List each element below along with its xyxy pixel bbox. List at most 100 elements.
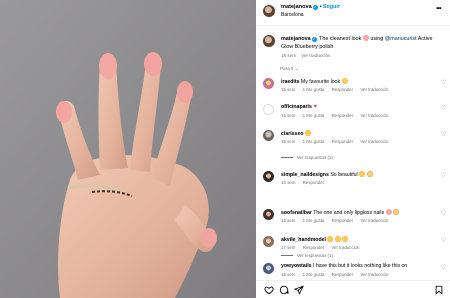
like-comment-heart-icon[interactable]: ♡: [441, 80, 446, 86]
comment-text: I have this but it looks nothing like th…: [313, 263, 408, 269]
comment-reply-link[interactable]: Responder: [332, 272, 353, 277]
comment-time: 15 sem: [281, 180, 296, 185]
author-avatar[interactable]: [263, 5, 275, 17]
comment-likes[interactable]: 1 Me gusta: [303, 272, 325, 277]
heart-eyes-emoji-icon: [327, 236, 334, 242]
comment-likes[interactable]: 1 Me gusta: [303, 139, 325, 144]
post-side-panel: matejanova ✓ •Seguir Barcelona ••• matejan…: [256, 0, 450, 298]
like-comment-heart-icon[interactable]: ♡: [441, 106, 446, 112]
comment-time: 15 sem: [281, 218, 296, 223]
comment-translate-link[interactable]: Ver traducción: [360, 113, 388, 118]
hand-image: [0, 0, 256, 298]
comment-text: The one and only lipgloss nails: [313, 210, 385, 216]
comment-time: 15 sem: [281, 87, 296, 92]
comment-body: clarisseo: [281, 130, 436, 138]
comment-time: 15 sem: [281, 139, 296, 144]
chevron-down-icon: ⌄: [294, 66, 299, 71]
comment-sort-dropdown[interactable]: Para ti ⌄: [280, 66, 298, 72]
comment-time: 15 sem: [281, 113, 296, 118]
like-comment-heart-icon[interactable]: ♡: [441, 211, 446, 217]
caption-text-middle: using: [370, 36, 384, 42]
comment-likes[interactable]: 1 Me gusta: [303, 113, 325, 118]
comment-reply-link[interactable]: Responder: [303, 245, 324, 250]
caption-text-before: The cleanest look: [319, 36, 362, 42]
caption-username[interactable]: matejanova: [281, 36, 311, 42]
caption-meta: 15 sem Ver traducción: [281, 53, 331, 58]
more-horizontal-icon[interactable]: •••: [436, 6, 441, 12]
comment-likes[interactable]: 1 Me gusta: [303, 87, 325, 92]
comment-translate-link[interactable]: Ver traducción: [360, 87, 388, 92]
author-username[interactable]: matejanova: [281, 4, 312, 10]
bookmark-icon[interactable]: [434, 285, 444, 295]
comment-text: My favourite look: [300, 79, 341, 85]
comment-reply-link[interactable]: Responder: [303, 180, 324, 185]
comment-meta: 15 sem 1 Me gusta Responder Ver traducci…: [281, 272, 394, 277]
comment-body: simple_naildesigns So beautiful: [281, 171, 436, 179]
like-comment-heart-icon[interactable]: ♡: [441, 132, 446, 138]
heart-eyes-emoji-icon: [359, 171, 366, 177]
comment-reply-link[interactable]: Responder: [332, 87, 353, 92]
heart-eyes-emoji-icon: [334, 236, 341, 242]
flower-emoji-icon: [362, 35, 369, 41]
commenter-username[interactable]: iraedits: [281, 79, 299, 85]
comment-text: So beautiful: [330, 172, 358, 178]
comment-reply-link[interactable]: Responder: [332, 113, 353, 118]
replies-divider: [281, 157, 293, 159]
comment-meta: 15 sem 1 Me gusta Responder Ver traducci…: [281, 113, 394, 118]
comment-translate-link[interactable]: Ver traducción: [360, 272, 388, 277]
comment-likes[interactable]: 1 Me gusta: [303, 218, 325, 223]
caption-avatar[interactable]: [263, 35, 275, 47]
instagram-post-page: matejanova ✓ •Seguir Barcelona ••• matejan…: [0, 0, 450, 298]
commenter-avatar[interactable]: [263, 130, 274, 141]
sparkles-emoji-icon: [366, 171, 373, 177]
caption-mention[interactable]: @manucurist: [385, 36, 417, 42]
comment-time: 17 sem: [281, 245, 296, 250]
commenter-avatar[interactable]: [263, 236, 274, 247]
post-header: matejanova ✓ •Seguir Barcelona •••: [256, 0, 450, 26]
heart-icon[interactable]: [264, 285, 274, 295]
commenter-username[interactable]: yowyowtails: [281, 263, 312, 269]
commenter-username[interactable]: simple_naildesigns: [281, 172, 329, 178]
view-replies-link[interactable]: Ver respuestas (1): [281, 155, 333, 160]
commenter-username[interactable]: clarisseo: [281, 131, 304, 137]
comment-icon[interactable]: [279, 285, 289, 295]
comment-translate-link[interactable]: Ver traducción: [360, 218, 388, 223]
location-link[interactable]: Barcelona: [281, 12, 304, 18]
like-comment-heart-icon[interactable]: ♡: [441, 173, 446, 179]
commenter-username[interactable]: akvile_handmodel: [281, 237, 326, 243]
comment-reply-link[interactable]: Responder: [332, 139, 353, 144]
flower-emoji-icon: [385, 209, 392, 215]
comment-reply-link[interactable]: Responder: [332, 218, 353, 223]
commenter-avatar[interactable]: [263, 171, 274, 182]
heart-eyes-emoji-icon: [342, 236, 349, 242]
commenter-avatar[interactable]: [263, 209, 274, 220]
sparkles-emoji-icon: [393, 209, 400, 215]
like-comment-heart-icon[interactable]: ♡: [441, 238, 446, 244]
follow-button[interactable]: Seguir: [323, 4, 340, 10]
verified-badge-icon: ✓: [312, 5, 318, 10]
commenter-username[interactable]: officinaparis: [281, 104, 312, 110]
share-icon[interactable]: [294, 285, 304, 295]
view-replies-label: Ver respuestas (1): [297, 155, 333, 160]
heart-eyes-emoji-icon: [304, 130, 311, 136]
sort-label: Para ti: [280, 66, 294, 71]
post-photo[interactable]: [0, 0, 256, 298]
view-replies-link[interactable]: Ver respuestas (1): [281, 253, 333, 258]
comment-translate-link[interactable]: Ver traducción: [331, 245, 359, 250]
post-action-bar: [256, 280, 450, 298]
commenter-avatar[interactable]: [263, 263, 274, 274]
like-comment-heart-icon[interactable]: ♡: [441, 265, 446, 271]
comment-translate-link[interactable]: Ver traducción: [360, 139, 388, 144]
commenter-username[interactable]: soofsnailbar: [281, 210, 312, 216]
comment-body: akvile_handmodel: [281, 236, 436, 244]
commenter-avatar[interactable]: [263, 78, 274, 89]
verified-badge-icon: ✓: [311, 37, 317, 42]
comment-body: yowyowtails I have this but it looks not…: [281, 263, 436, 270]
comment-time: 15 sem: [281, 272, 296, 277]
caption-text: matejanova ✓ The cleanest look using @man…: [281, 35, 441, 51]
commenter-avatar[interactable]: [263, 104, 274, 115]
caption-translate-link[interactable]: Ver traducción: [301, 53, 330, 58]
comment-meta: 17 sem Responder Ver traducción: [281, 245, 365, 250]
comment-meta: 15 sem 1 Me gusta Responder Ver traducci…: [281, 139, 394, 144]
separator-dot: •: [319, 4, 322, 10]
